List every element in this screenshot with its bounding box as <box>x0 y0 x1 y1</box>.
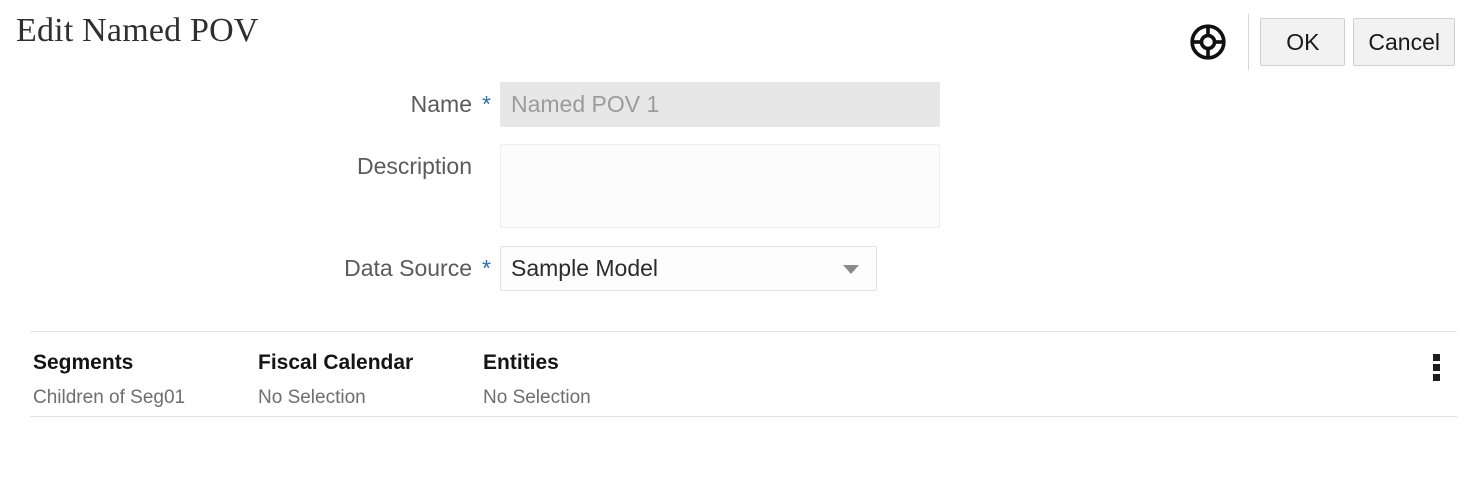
pov-column-header: Segments <box>33 351 134 374</box>
description-textarea[interactable] <box>500 144 940 228</box>
pov-column-header: Fiscal Calendar <box>258 351 414 374</box>
pov-column-entities[interactable]: Entities No Selection <box>483 350 708 409</box>
pov-column-fiscal-calendar[interactable]: Fiscal Calendar No Selection <box>258 350 483 409</box>
name-label: Name <box>410 91 472 117</box>
menu-dot <box>1432 363 1440 371</box>
menu-dot <box>1432 373 1440 381</box>
pov-column-value: Children of Seg01 <box>33 387 186 408</box>
data-source-label: Data Source <box>344 255 472 281</box>
dialog-header: Edit Named POV OK Cancel <box>0 0 1471 80</box>
pov-dimension-table: Segments Children of Seg01 Fiscal Calend… <box>30 331 1457 417</box>
pov-columns: Segments Children of Seg01 Fiscal Calend… <box>33 350 708 409</box>
menu-dot <box>1432 353 1440 361</box>
form-row-name: Name * <box>60 82 940 127</box>
pov-column-value: No Selection <box>483 387 591 408</box>
more-vertical-icon[interactable] <box>1424 350 1448 384</box>
header-actions: OK Cancel <box>1188 14 1455 70</box>
name-input[interactable] <box>500 82 940 127</box>
data-source-select-wrapper: Sample Model <box>500 246 877 291</box>
pov-column-segments[interactable]: Segments Children of Seg01 <box>33 350 258 409</box>
pov-column-header: Entities <box>483 351 559 374</box>
header-separator <box>1248 14 1250 70</box>
pov-column-value: No Selection <box>258 387 366 408</box>
name-required-marker: * <box>482 91 491 117</box>
data-source-select[interactable]: Sample Model <box>500 246 877 291</box>
ok-button[interactable]: OK <box>1260 18 1346 66</box>
page-title: Edit Named POV <box>16 12 259 49</box>
description-label: Description <box>356 153 472 179</box>
form-row-data-source: Data Source * Sample Model <box>60 246 877 291</box>
data-source-required-marker: * <box>482 255 491 281</box>
cancel-button[interactable]: Cancel <box>1353 18 1455 66</box>
life-ring-icon[interactable] <box>1188 22 1228 62</box>
form-row-description: Description <box>60 144 940 228</box>
